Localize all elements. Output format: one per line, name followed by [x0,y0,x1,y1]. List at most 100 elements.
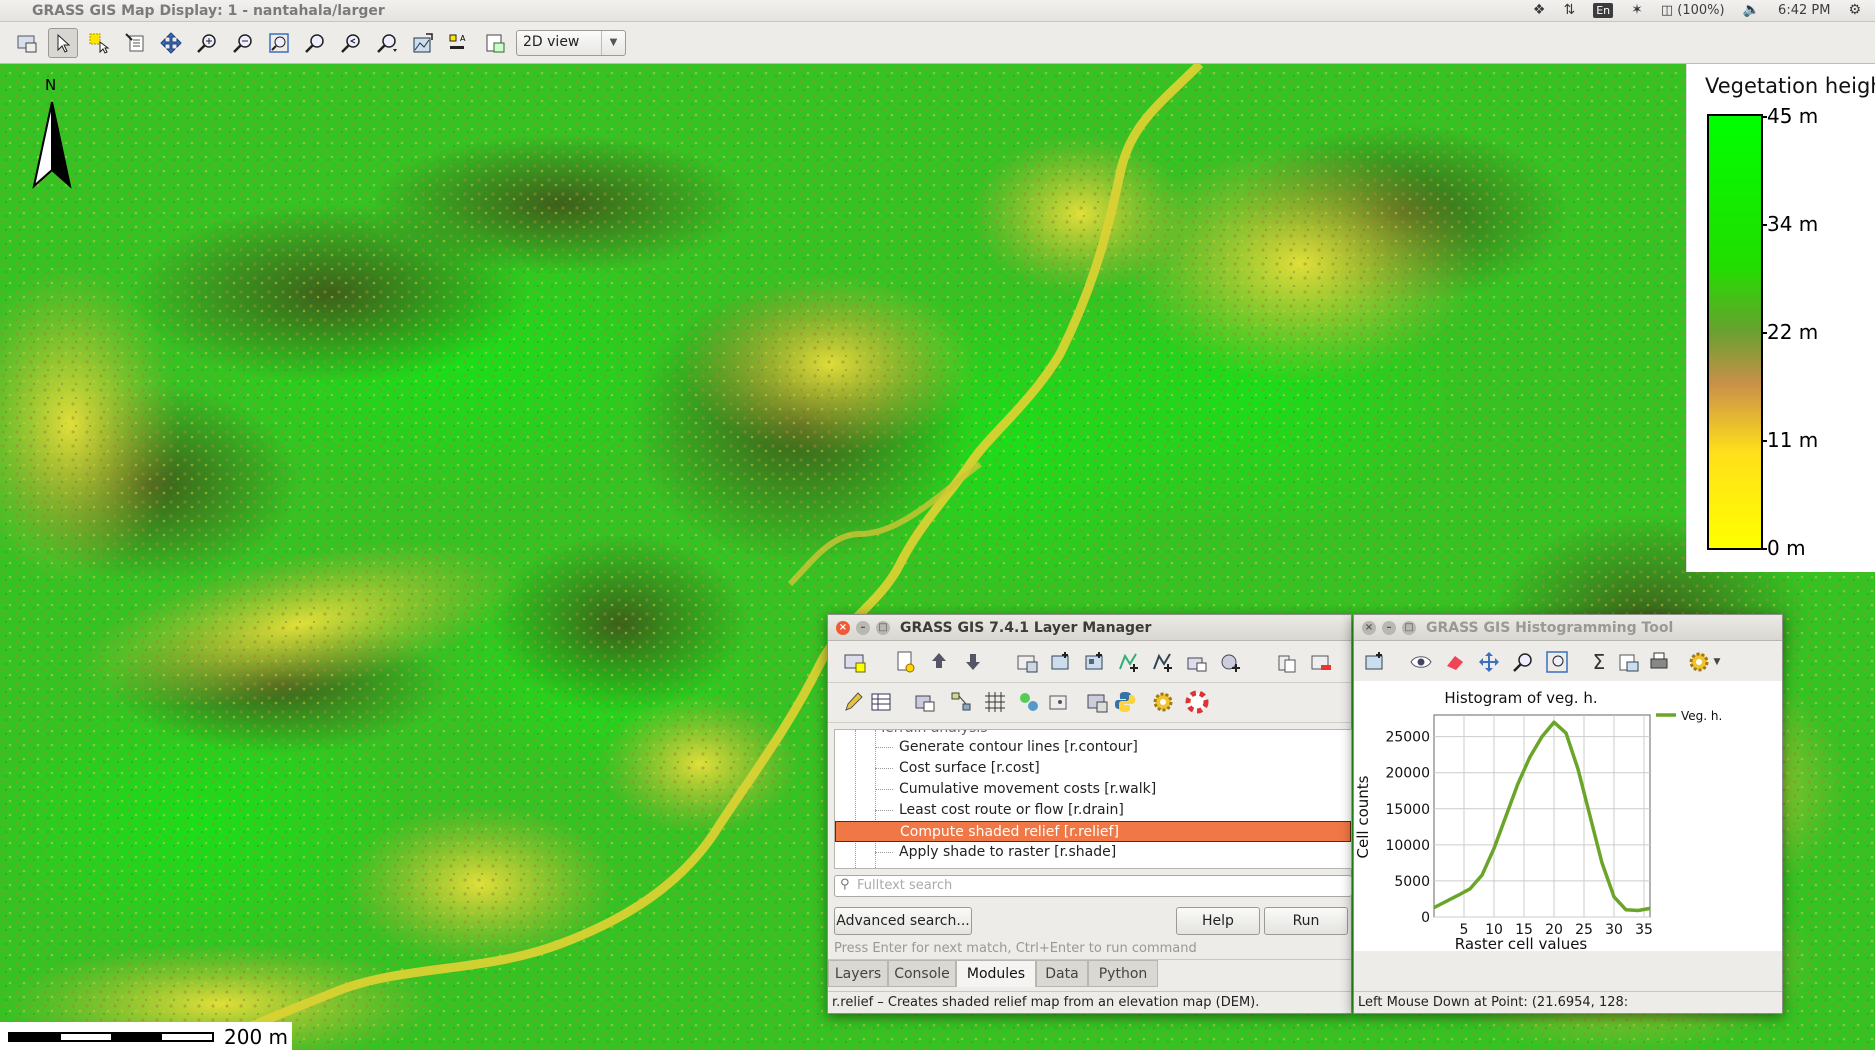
view-mode-select[interactable]: 2D view ▼ [516,30,626,56]
eraser-icon[interactable] [1442,649,1468,675]
map-output-icon[interactable] [408,28,438,58]
legend-tick: 45 m [1760,104,1819,128]
minimize-button[interactable]: – [856,621,870,635]
histogram-title: GRASS GIS Histogramming Tool [1426,620,1674,636]
georectifier-icon[interactable] [982,689,1008,715]
tab-data[interactable]: Data [1036,960,1088,987]
histogram-chart: Histogram of veg. h. Raster cell values … [1354,689,1722,953]
save-workspace-icon[interactable] [960,649,986,675]
tree-item[interactable]: Least cost route or flow [r.drain] [835,800,1351,821]
close-button[interactable]: × [836,621,850,635]
new-workspace-icon[interactable] [892,649,918,675]
add-group-icon[interactable] [1274,649,1300,675]
histogram-plot[interactable]: Histogram of veg. h. Raster cell values … [1354,681,1782,953]
eye-icon[interactable] [1408,649,1434,675]
display-map-icon[interactable] [12,28,42,58]
close-button[interactable]: × [1362,621,1376,635]
tab-python[interactable]: Python [1088,960,1158,987]
zoom-extent-icon[interactable] [1544,649,1570,675]
tab-console[interactable]: Console [888,960,956,987]
histogram-titlebar[interactable]: × – □ GRASS GIS Histogramming Tool [1354,615,1782,641]
help-lifebuoy-icon[interactable] [1184,689,1210,715]
graphical-modeler-icon[interactable] [948,689,974,715]
layer-manager-toolbar-1 [828,643,1351,683]
legend-tick: 22 m [1760,320,1819,344]
network-icon[interactable]: ⇅ [1563,2,1575,18]
module-tree[interactable]: Terrain analysis Generate contour lines … [834,729,1352,869]
add-raster-icon[interactable] [1014,649,1040,675]
search-placeholder: Fulltext search [857,878,953,893]
add-raster-misc-icon[interactable] [1082,649,1108,675]
composer-icon[interactable] [1016,689,1042,715]
clock[interactable]: 6:42 PM [1778,3,1830,18]
zoom-menu-icon[interactable] [372,28,402,58]
new-display-icon[interactable] [842,649,868,675]
add-vector-icon[interactable] [1116,649,1142,675]
tree-item-selected[interactable]: Compute shaded relief [r.relief] [835,821,1351,842]
fulltext-search-input[interactable]: ⚲ Fulltext search [834,875,1352,897]
tab-modules[interactable]: Modules [956,960,1036,987]
tree-item[interactable]: Generate contour lines [r.contour] [835,737,1351,758]
map-display-icon[interactable] [1084,689,1110,715]
pointer-icon[interactable] [48,28,78,58]
add-raster-icon[interactable] [1362,649,1388,675]
remove-layer-icon[interactable] [1308,649,1334,675]
legend-tick: 11 m [1760,428,1819,452]
save-image-icon[interactable] [1616,649,1642,675]
advanced-search-button[interactable]: Advanced search... [834,907,972,935]
pencil-icon[interactable] [840,689,866,715]
open-workspace-icon[interactable] [926,649,952,675]
run-button[interactable]: Run [1264,907,1348,935]
analyze-icon[interactable] [120,28,150,58]
zoom-in-icon[interactable] [192,28,222,58]
bluetooth-icon[interactable]: ✶ [1631,2,1643,18]
attribute-table-icon[interactable] [868,689,894,715]
save-display-icon[interactable] [480,28,510,58]
add-command-icon[interactable] [1218,649,1244,675]
zoom-in-icon[interactable] [1510,649,1536,675]
dropbox-icon[interactable]: ❖ [1533,2,1546,18]
battery-indicator[interactable]: ◫ (100%) [1661,3,1725,18]
settings-gear-icon[interactable] [1150,689,1176,715]
layer-manager-statusbar: r.relief – Creates shaded relief map fro… [828,991,1351,1013]
legend-colorbar [1707,114,1763,550]
pan-icon[interactable] [156,28,186,58]
pan-icon[interactable] [1476,649,1502,675]
tree-item[interactable]: Cost surface [r.cost] [835,758,1351,779]
sigma-icon[interactable]: Σ [1586,649,1612,675]
data-point [1529,756,1531,758]
add-vector-misc-icon[interactable] [1150,649,1176,675]
maximize-button[interactable]: □ [876,621,890,635]
tab-layers[interactable]: Layers [828,960,888,987]
tree-item[interactable]: Apply shade to raster [r.shade] [835,842,1351,863]
data-point [1565,732,1567,734]
battery-label: (100%) [1677,2,1725,18]
decoration-icon[interactable]: A [444,28,474,58]
query-icon[interactable] [84,28,114,58]
minimize-button[interactable]: – [1382,621,1396,635]
y-tick-label: 25000 [1385,730,1430,746]
desktop: GRASS GIS Map Display: 1 - nantahala/lar… [0,0,1875,1050]
help-button[interactable]: Help [1176,907,1260,935]
print-map-icon[interactable] [1046,689,1072,715]
maximize-button[interactable]: □ [1402,621,1416,635]
settings-gear-icon[interactable] [1686,649,1712,675]
add-overlay-icon[interactable] [1184,649,1210,675]
new-map-display-icon[interactable] [912,689,938,715]
x-tick-label: 15 [1515,922,1533,938]
zoom-out-icon[interactable] [228,28,258,58]
keyboard-layout[interactable]: En [1593,2,1614,18]
zoom-region-icon[interactable] [300,28,330,58]
tree-item[interactable]: Cumulative movement costs [r.walk] [835,779,1351,800]
python-icon[interactable] [1112,689,1138,715]
zoom-back-icon[interactable] [336,28,366,58]
print-icon[interactable] [1646,649,1672,675]
chevron-down-icon[interactable]: ▼ [1710,649,1724,675]
add-multi-raster-icon[interactable] [1048,649,1074,675]
x-tick-label: 25 [1575,922,1593,938]
settings-gear-icon[interactable]: ⚙ [1848,2,1861,18]
y-axis-label: Cell counts [1354,775,1372,858]
volume-icon[interactable]: 🔈 [1743,2,1760,18]
layer-manager-titlebar[interactable]: × – □ GRASS GIS 7.4.1 Layer Manager [828,615,1351,641]
zoom-extent-icon[interactable] [264,28,294,58]
